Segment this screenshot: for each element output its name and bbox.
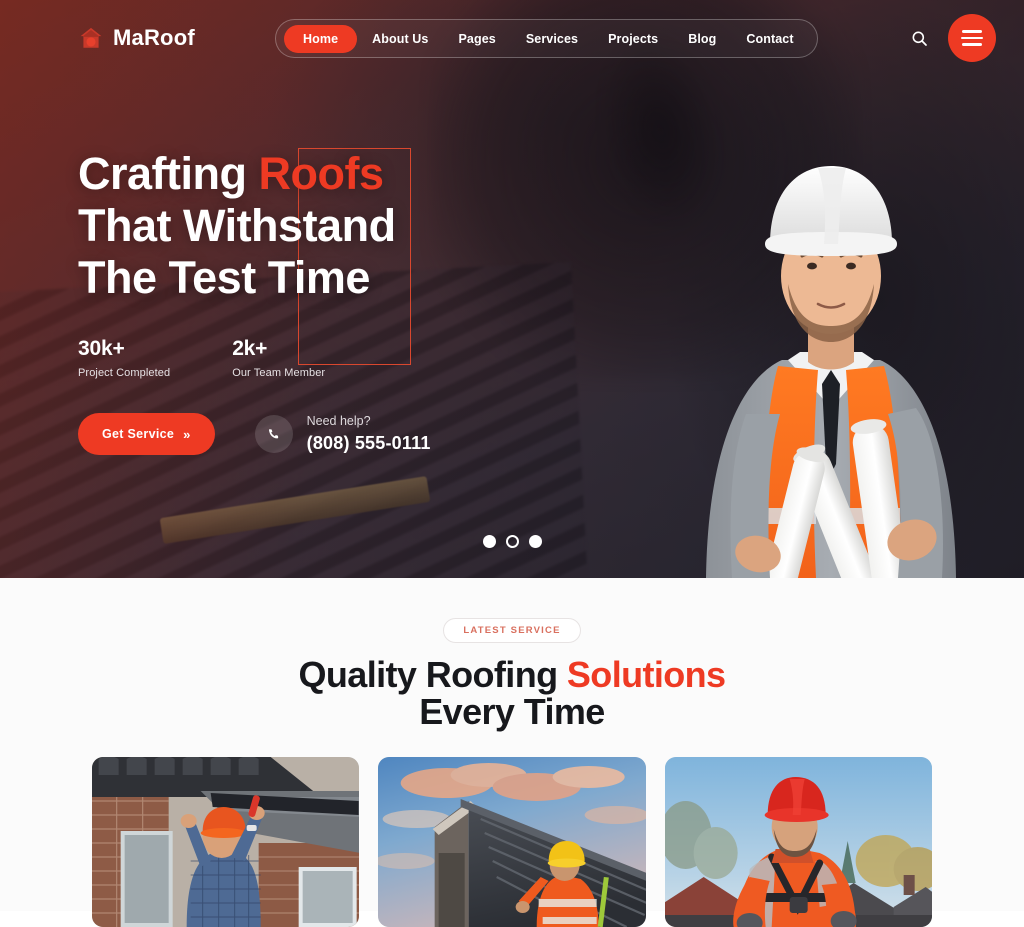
service-card-1[interactable] [92, 757, 360, 927]
hero-title-line3: The Test Time [78, 252, 370, 303]
hero-stats: 30k+ Project Completed 2k+ Our Team Memb… [78, 337, 431, 379]
service-card-3[interactable] [664, 757, 932, 927]
service-card-1-image [92, 757, 360, 927]
nav-item-services[interactable]: Services [511, 25, 593, 53]
hero-engineer-image [666, 108, 996, 578]
section-title-c: Every Time [419, 691, 605, 732]
section-badge-wrap: LATEST SERVICE [0, 618, 1024, 643]
nav-item-about-us[interactable]: About Us [357, 25, 443, 53]
hero-content: Crafting Roofs That Withstand The Test T… [78, 148, 431, 455]
section-title-a: Quality Roofing [298, 654, 567, 695]
stat-projects-label: Project Completed [78, 367, 171, 379]
carousel-dot-3[interactable] [528, 535, 542, 548]
hamburger-line-1 [962, 30, 982, 33]
stat-projects-value: 30k+ [78, 337, 125, 360]
brand-name: MaRoof [113, 25, 195, 50]
brand-logo[interactable]: MaRoof [78, 25, 195, 51]
nav-item-contact[interactable]: Contact [731, 25, 808, 53]
home-roof-icon [80, 27, 102, 48]
search-icon [912, 31, 927, 46]
phone-icon [269, 428, 279, 438]
primary-navigation: Home About Us Pages Services Projects Bl… [275, 19, 818, 58]
site-header: MaRoof Home About Us Pages Services Proj… [0, 0, 1024, 76]
stat-team-label: Our Team Member [232, 367, 326, 379]
nav-item-home[interactable]: Home [284, 24, 358, 53]
hero-phone-block[interactable]: Need help? (808) 555-0111 [254, 414, 431, 454]
hero-carousel-dots [0, 535, 1024, 548]
get-service-button[interactable]: Get Service » [78, 413, 215, 455]
latest-service-badge: LATEST SERVICE [443, 618, 581, 643]
stat-projects-completed: 30k+ Project Completed [78, 337, 170, 379]
search-button[interactable] [908, 27, 930, 49]
chevron-right-icon: » [183, 426, 191, 442]
header-actions [908, 14, 996, 62]
section-title-accent: Solutions [566, 654, 726, 695]
service-cards [0, 757, 1024, 927]
nav-item-blog[interactable]: Blog [673, 25, 731, 53]
service-card-2[interactable] [378, 757, 646, 927]
hero-banner: MaRoof Home About Us Pages Services Proj… [0, 0, 1024, 578]
stat-team-value: 2k+ [232, 337, 268, 360]
need-help-label: Need help? [306, 414, 371, 428]
nav-item-pages[interactable]: Pages [444, 25, 511, 53]
hamburger-menu-button[interactable] [948, 14, 996, 62]
hamburger-line-2 [961, 36, 983, 40]
get-service-label: Get Service [102, 427, 175, 441]
engineer-illustration [706, 166, 956, 578]
section-title: Quality Roofing Solutions Every Time [0, 656, 1024, 730]
service-card-3-image [664, 757, 932, 927]
service-card-2-image [378, 757, 646, 927]
carousel-dot-2[interactable] [505, 535, 519, 548]
hero-title-line1-accent: Roofs [258, 148, 385, 199]
hero-title: Crafting Roofs That Withstand The Test T… [78, 148, 431, 304]
stat-team-members: 2k+ Our Team Member [232, 337, 325, 379]
hamburger-line-3 [962, 43, 982, 46]
hero-title-line1-plain: Crafting [78, 148, 259, 199]
nav-item-projects[interactable]: Projects [593, 25, 673, 53]
hero-cta-row: Get Service » Need help? (808) 555-0111 [78, 413, 431, 455]
hero-title-line2: That Withstand [78, 200, 396, 251]
phone-icon-circle [254, 415, 293, 453]
carousel-dot-1[interactable] [482, 535, 496, 548]
phone-number[interactable]: (808) 555-0111 [307, 433, 431, 454]
